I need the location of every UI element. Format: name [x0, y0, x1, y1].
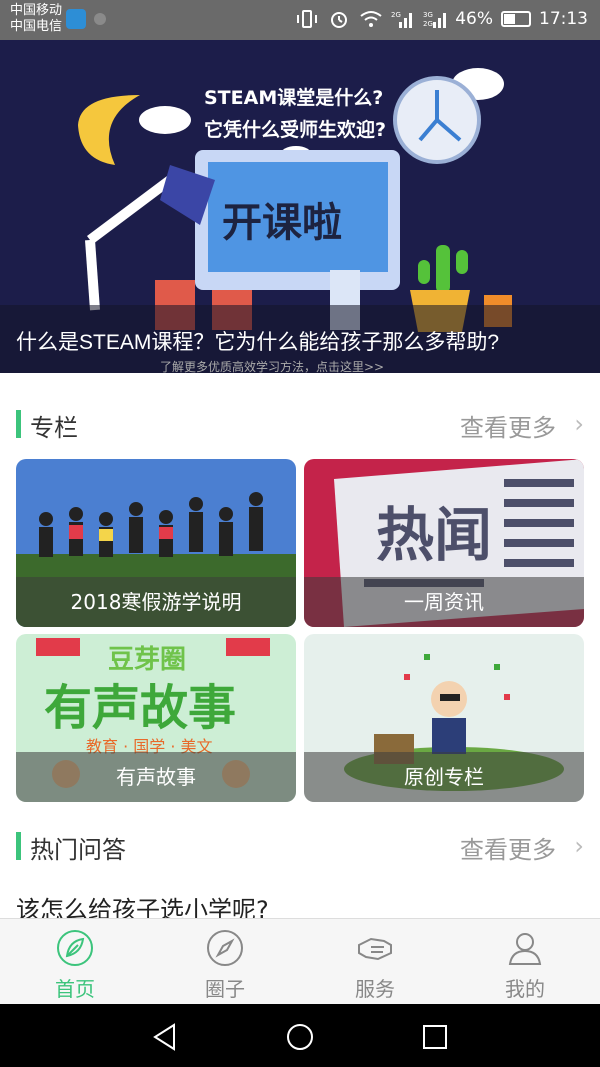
status-bar: 中国移动 中国电信 2G 3G 2G 46% 17:13 [0, 0, 600, 40]
alarm-icon [331, 12, 348, 28]
carrier-2: 中国电信 [10, 19, 63, 34]
recents-icon[interactable] [420, 1022, 450, 1052]
tab-service[interactable]: 服务 [300, 919, 450, 1005]
tab-me[interactable]: 我的 [450, 919, 600, 1005]
signal-icon-2: 3G2G [423, 11, 447, 28]
chevron-right-icon[interactable]: › [574, 410, 584, 438]
section-accent-bar [16, 410, 21, 438]
svg-text:3G: 3G [423, 11, 433, 19]
column-card-original[interactable]: 原创专栏 [304, 634, 584, 802]
section-accent-bar [16, 832, 21, 860]
svg-text:热闻: 热闻 [376, 501, 492, 569]
system-nav-bar [0, 1004, 600, 1067]
svg-text:它凭什么受师生欢迎?: 它凭什么受师生欢迎? [204, 118, 386, 141]
vibrate-icon [297, 10, 318, 28]
see-more-column-button[interactable]: 查看更多 [460, 408, 556, 443]
user-icon [508, 933, 542, 965]
card-label: 一周资讯 [404, 590, 484, 614]
handshake-icon [358, 937, 392, 961]
svg-text:2G: 2G [423, 20, 433, 28]
clock: 17:13 [539, 9, 588, 29]
telegram-icon [66, 9, 86, 29]
banner-title[interactable]: 什么是STEAM课程？它为什么能给孩子那么多帮助? [16, 326, 499, 356]
leaf-icon [57, 930, 93, 966]
compass-icon [207, 930, 243, 966]
chevron-right-icon[interactable]: › [574, 832, 584, 860]
svg-text:2G: 2G [391, 11, 401, 19]
wifi-icon [360, 11, 382, 27]
carrier-info: 中国移动 中国电信 [10, 3, 62, 35]
home-circle-icon[interactable] [285, 1022, 315, 1052]
tab-circle[interactable]: 圈子 [150, 919, 300, 1005]
tab-label: 服务 [355, 977, 395, 1001]
column-card-weekly-news[interactable]: 热闻 一周资讯 [304, 459, 584, 627]
banner-subtitle: 了解更多优质高效学习方法，点击这里>> [160, 360, 385, 373]
notification-icon [94, 13, 106, 25]
tab-label: 我的 [505, 977, 545, 1001]
card-label: 2018寒假游学说明 [70, 590, 242, 614]
section-title-column: 专栏 [30, 414, 78, 442]
back-icon[interactable] [150, 1022, 180, 1052]
section-title-qa: 热门问答 [30, 836, 126, 864]
tab-label: 圈子 [205, 977, 245, 1001]
column-card-audio-story[interactable]: 豆芽圈 有声故事 教育 · 国学 · 美文 有声故事 [16, 634, 296, 802]
card-label: 原创专栏 [404, 765, 484, 789]
banner-carousel[interactable]: STEAM课堂是什么? 它凭什么受师生欢迎? 开课啦 什么是STEAM课程？它为… [0, 40, 600, 373]
svg-text:STEAM课堂是什么?: STEAM课堂是什么? [204, 86, 383, 109]
column-section-header: 专栏 查看更多 › [0, 406, 600, 442]
see-more-qa-button[interactable]: 查看更多 [460, 830, 556, 865]
battery-percent: 46% [455, 9, 493, 29]
carrier-1: 中国移动 [10, 3, 63, 18]
column-card-winter-trip[interactable]: 2018寒假游学说明 [16, 459, 296, 627]
card-label: 有声故事 [116, 765, 196, 789]
qa-section-header: 热门问答 查看更多 › [0, 828, 600, 864]
tab-label: 首页 [55, 977, 95, 1001]
svg-text:有声故事: 有声故事 [44, 680, 236, 736]
svg-text:豆芽圈: 豆芽圈 [108, 645, 186, 675]
battery-icon [501, 11, 531, 27]
svg-text:开课啦: 开课啦 [222, 200, 342, 246]
bottom-tab-bar: 首页 圈子 服务 我的 [0, 918, 600, 1004]
signal-icon-1: 2G [391, 11, 413, 28]
tab-home[interactable]: 首页 [0, 919, 150, 1005]
